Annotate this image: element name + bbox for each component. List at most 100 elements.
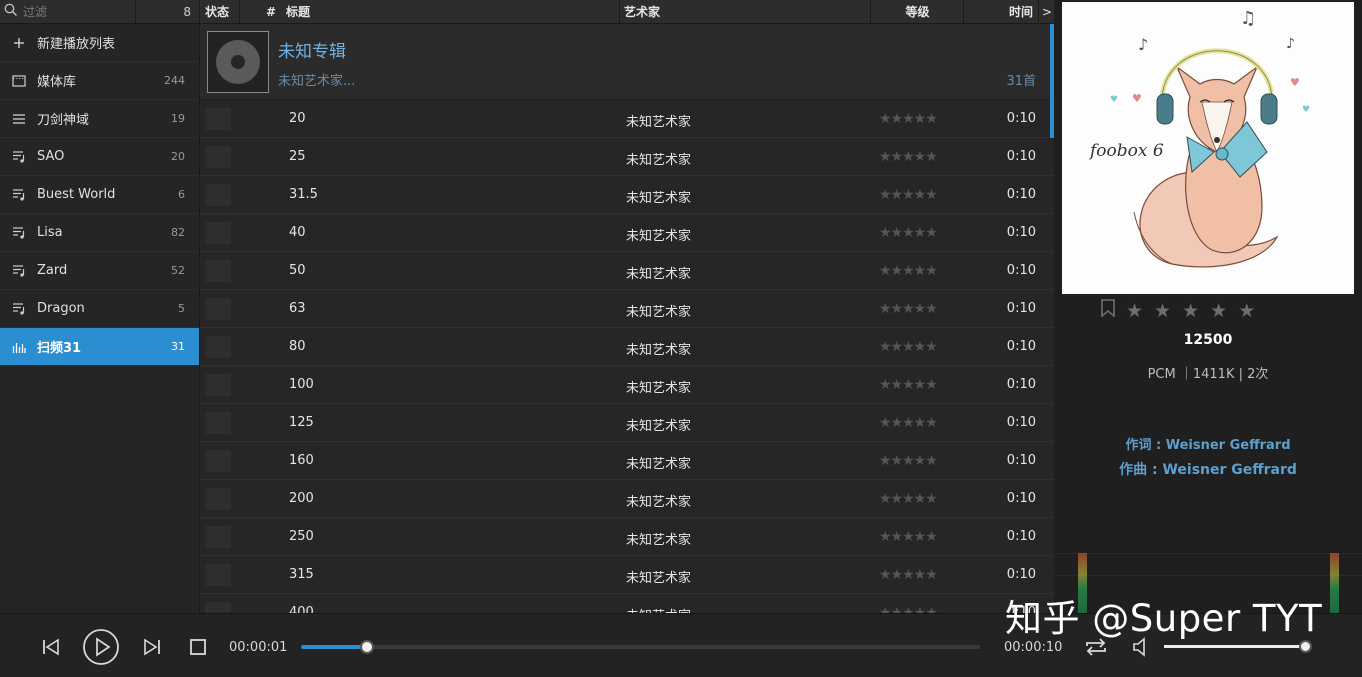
rating-star-icon[interactable]: ★: [1238, 300, 1255, 322]
track-rating-stars[interactable]: ★★★★★: [879, 415, 938, 431]
track-rating-stars[interactable]: ★★★★★: [879, 111, 938, 127]
track-row[interactable]: 31.5 未知艺术家 ★★★★★ 0:10: [200, 176, 1054, 214]
track-duration: 0:10: [1006, 339, 1036, 354]
column-artist[interactable]: 艺术家: [624, 0, 871, 24]
album-artist: 未知艺术家...: [278, 74, 356, 89]
track-title: 100: [289, 377, 314, 392]
track-artist: 未知艺术家: [626, 229, 692, 244]
album-group-header[interactable]: 未知专辑 未知艺术家... 31首: [200, 24, 1054, 100]
svg-text:♪: ♪: [1138, 35, 1148, 54]
sidebar-item[interactable]: Buest World 6: [0, 176, 199, 214]
now-playing-title: 12500: [1183, 332, 1233, 348]
playlist-count: 8: [183, 4, 191, 19]
track-rating-stars[interactable]: ★★★★★: [879, 453, 938, 469]
seek-bar-handle[interactable]: [359, 640, 374, 654]
track-rating-stars[interactable]: ★★★★★: [879, 377, 938, 393]
track-duration: 0:10: [1006, 491, 1036, 506]
track-status-cell: [205, 374, 231, 396]
track-duration: 0:10: [1006, 529, 1036, 544]
sidebar-item[interactable]: 扫频31 31: [0, 328, 199, 366]
column-title[interactable]: 标题: [286, 0, 620, 24]
seek-bar-progress: [301, 645, 367, 649]
track-row[interactable]: 100 未知艺术家 ★★★★★ 0:10: [200, 366, 1054, 404]
bookmark-icon[interactable]: [1101, 299, 1115, 322]
track-row[interactable]: 250 未知艺术家 ★★★★★ 0:10: [200, 518, 1054, 556]
svg-text:♥: ♥: [1302, 105, 1310, 115]
watermark: 知乎 @Super TYT: [1005, 597, 1323, 640]
sidebar-item[interactable]: 新建播放列表: [0, 24, 199, 62]
sidebar-item[interactable]: 媒体库 244: [0, 62, 199, 100]
track-rating-stars[interactable]: ★★★★★: [879, 339, 938, 355]
track-row[interactable]: 50 未知艺术家 ★★★★★ 0:10: [200, 252, 1054, 290]
track-list: 20 未知艺术家 ★★★★★ 0:10 25 未知艺术家 ★★★★★ 0:10 31.5 未知艺术…: [200, 100, 1054, 613]
track-row[interactable]: 25 未知艺术家 ★★★★★ 0:10: [200, 138, 1054, 176]
track-rating-stars[interactable]: ★★★★★: [879, 567, 938, 583]
sidebar-item[interactable]: Zard 52: [0, 252, 199, 290]
previous-button[interactable]: [39, 635, 63, 659]
filter-input[interactable]: 过滤: [0, 0, 136, 24]
now-playing-panel: ♫ ♪ ♪ ♥ ♥ ♥ ♥ foobox 6 ★ ★ ★ ★ ★ 12500 P…: [1054, 0, 1362, 613]
track-artist: 未知艺术家: [626, 457, 692, 472]
sidebar-item[interactable]: 刀剑神域 19: [0, 100, 199, 138]
track-artist: 未知艺术家: [626, 495, 692, 510]
sidebar-item-label: 扫频31: [37, 341, 82, 356]
sidebar-item[interactable]: SAO 20: [0, 138, 199, 176]
sidebar-item[interactable]: Dragon 5: [0, 290, 199, 328]
next-button[interactable]: [140, 635, 164, 659]
track-rating-stars[interactable]: ★★★★★: [879, 149, 938, 165]
track-rating-stars[interactable]: ★★★★★: [879, 529, 938, 545]
track-rating-stars[interactable]: ★★★★★: [879, 301, 938, 317]
sidebar-item-count: 19: [171, 112, 185, 125]
track-artist: 未知艺术家: [626, 191, 692, 206]
track-row[interactable]: 160 未知艺术家 ★★★★★ 0:10: [200, 442, 1054, 480]
current-time: 00:00:01: [229, 640, 288, 655]
play-button[interactable]: [82, 628, 120, 666]
track-row[interactable]: 400未知艺术家★★★★★0:10: [200, 594, 1054, 613]
column-status[interactable]: 状态: [200, 0, 240, 24]
track-status-cell: [205, 146, 231, 168]
track-row[interactable]: 40 未知艺术家 ★★★★★ 0:10: [200, 214, 1054, 252]
sidebar-item-count: 52: [171, 264, 185, 277]
track-rating-stars[interactable]: ★★★★★: [879, 263, 938, 279]
track-artist: 未知艺术家: [626, 381, 692, 396]
track-row[interactable]: 200 未知艺术家 ★★★★★ 0:10: [200, 480, 1054, 518]
playlist-view: 状态 # 标题 艺术家 等级 时间 > 未知专辑 未知艺术家... 31首 20…: [200, 0, 1054, 613]
play-icon: [83, 629, 119, 665]
track-row[interactable]: 20 未知艺术家 ★★★★★ 0:10: [200, 100, 1054, 138]
rating-star-icon[interactable]: ★: [1210, 300, 1227, 322]
track-row[interactable]: 80 未知艺术家 ★★★★★ 0:10: [200, 328, 1054, 366]
track-rating-stars[interactable]: ★★★★★: [879, 491, 938, 507]
sidebar-item-label: Lisa: [37, 225, 63, 240]
track-row[interactable]: 63 未知艺术家 ★★★★★ 0:10: [200, 290, 1054, 328]
sidebar-item-count: 244: [164, 74, 185, 87]
seek-bar[interactable]: [301, 640, 980, 654]
track-row[interactable]: 125 未知艺术家 ★★★★★ 0:10: [200, 404, 1054, 442]
rating-star-icon[interactable]: ★: [1154, 300, 1171, 322]
volume-slider[interactable]: [1164, 645, 1307, 648]
stop-button[interactable]: [187, 636, 209, 658]
track-title: 40: [289, 225, 306, 240]
track-rating-stars[interactable]: ★★★★★: [879, 225, 938, 241]
column-more-button[interactable]: >: [1040, 0, 1054, 24]
track-artist: 未知艺术家: [626, 605, 691, 613]
track-rating[interactable]: ★ ★ ★ ★ ★: [1101, 299, 1255, 322]
column-rating[interactable]: 等级: [872, 0, 964, 24]
track-status-cell: [205, 526, 231, 548]
track-status-cell: [205, 450, 231, 472]
track-row[interactable]: 315 未知艺术家 ★★★★★ 0:10: [200, 556, 1054, 594]
rating-star-icon[interactable]: ★: [1182, 300, 1199, 322]
skip-previous-icon: [43, 638, 59, 656]
track-title: 31.5: [289, 187, 318, 202]
rating-star-icon[interactable]: ★: [1126, 300, 1143, 322]
sidebar-item-label: 刀剑神域: [37, 113, 90, 128]
track-status-cell: [205, 564, 231, 586]
track-rating-stars[interactable]: ★★★★★: [879, 187, 938, 203]
track-status-cell: [205, 488, 231, 510]
column-time[interactable]: 时间: [965, 0, 1039, 24]
column-number[interactable]: #: [240, 0, 280, 24]
search-icon: [4, 3, 18, 21]
sidebar-item-label: SAO: [37, 149, 65, 164]
sidebar-item[interactable]: Lisa 82: [0, 214, 199, 252]
track-rating-stars[interactable]: ★★★★★: [879, 605, 938, 613]
album-title: 未知专辑: [278, 42, 346, 62]
